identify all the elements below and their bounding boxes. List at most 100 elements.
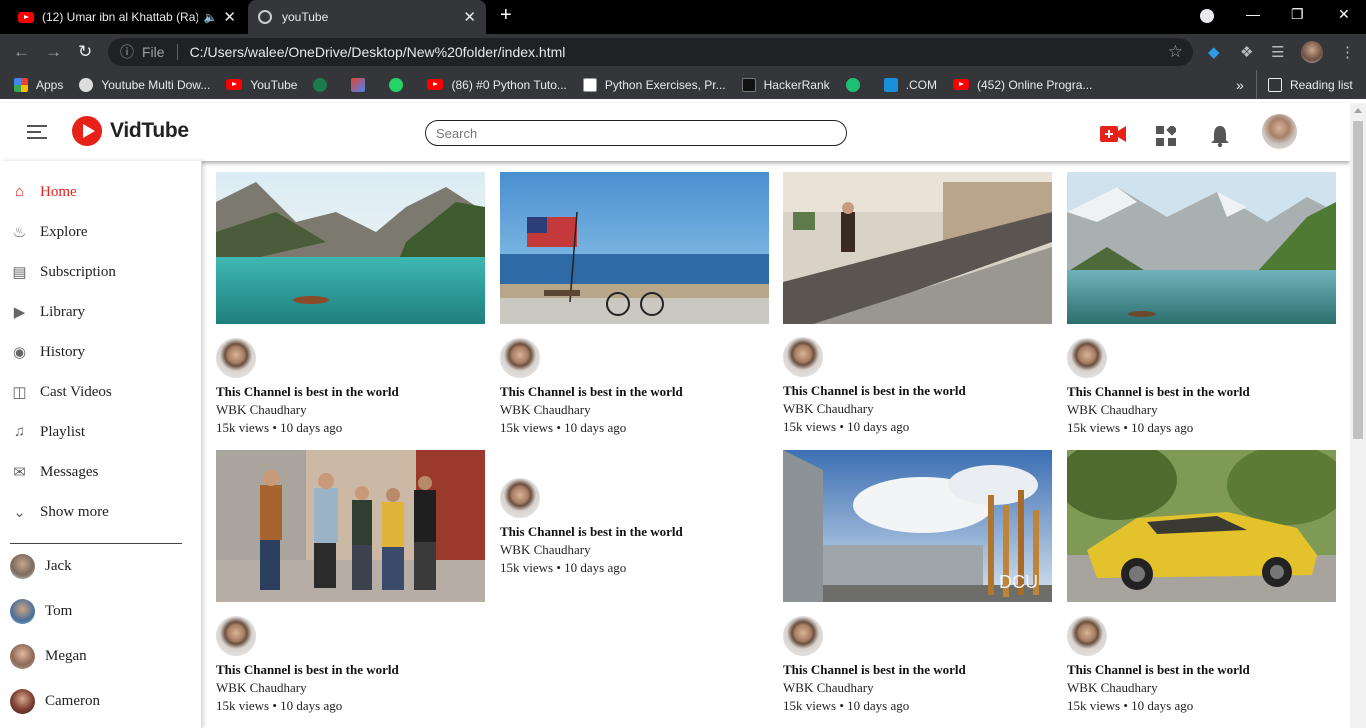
user-avatar[interactable] bbox=[1262, 114, 1297, 149]
menu-dots-icon[interactable]: ⋮ bbox=[1340, 43, 1355, 61]
channel-name[interactable]: WBK Chaudhary bbox=[500, 402, 770, 418]
bookmark-item[interactable]: Youtube Multi Dow... bbox=[79, 77, 210, 92]
extension-icon[interactable]: ◆ bbox=[1208, 43, 1220, 61]
video-thumbnail[interactable] bbox=[783, 172, 1052, 324]
sidebar-item-playlist[interactable]: ♫ Playlist bbox=[10, 423, 85, 442]
reload-icon[interactable]: ↻ bbox=[78, 42, 92, 62]
reading-list-button[interactable]: Reading list bbox=[1268, 77, 1353, 92]
close-tab-icon[interactable]: ✕ bbox=[463, 8, 476, 26]
forward-arrow-icon[interactable]: → bbox=[45, 42, 62, 62]
channel-name[interactable]: WBK Chaudhary bbox=[1067, 402, 1337, 418]
sidebar-item-library[interactable]: ▶ Library bbox=[10, 303, 85, 322]
video-card[interactable]: This Channel is best in the world WBK Ch… bbox=[500, 478, 770, 576]
sidebar-item-show-more[interactable]: ⌄ Show more bbox=[10, 503, 109, 522]
bookmark-item[interactable]: (86) #0 Python Tuto... bbox=[427, 78, 567, 92]
sidebar-item-cast-videos[interactable]: ◫ Cast Videos bbox=[10, 383, 111, 402]
channel-avatar[interactable] bbox=[1067, 338, 1107, 378]
video-card[interactable]: This Channel is best in the world WBK Ch… bbox=[500, 172, 770, 436]
scrollbar-thumb[interactable] bbox=[1353, 121, 1363, 439]
apps-icon[interactable] bbox=[1156, 126, 1176, 146]
browser-tab-inactive[interactable]: (12) Umar ibn al Khattab (Ra) 🔈 ✕ bbox=[8, 0, 246, 34]
info-icon[interactable]: ⓘ bbox=[120, 42, 134, 62]
channel-avatar[interactable] bbox=[500, 338, 540, 378]
sidebar-user-cameron[interactable]: Cameron bbox=[10, 689, 100, 714]
video-thumbnail[interactable] bbox=[1067, 172, 1336, 324]
video-title[interactable]: This Channel is best in the world bbox=[216, 662, 486, 678]
sidebar-item-messages[interactable]: ✉ Messages bbox=[10, 463, 98, 482]
channel-avatar[interactable] bbox=[500, 478, 540, 518]
search-input[interactable] bbox=[425, 120, 847, 146]
profile-avatar[interactable] bbox=[1301, 41, 1323, 63]
scroll-up-icon[interactable] bbox=[1354, 108, 1362, 113]
close-window-icon[interactable]: ✕ bbox=[1338, 6, 1350, 23]
url-text[interactable]: C:/Users/walee/OneDrive/Desktop/New%20fo… bbox=[190, 44, 566, 60]
bookmark-apps[interactable]: Apps bbox=[14, 77, 63, 92]
video-card[interactable]: DCU This Channel is best in the world WB… bbox=[783, 450, 1053, 714]
channel-avatar[interactable] bbox=[216, 616, 256, 656]
channel-name[interactable]: WBK Chaudhary bbox=[1067, 680, 1337, 696]
page-scrollbar[interactable] bbox=[1350, 103, 1366, 728]
video-card[interactable]: This Channel is best in the world WBK Ch… bbox=[1067, 450, 1337, 714]
address-bar[interactable]: ⓘ File C:/Users/walee/OneDrive/Desktop/N… bbox=[108, 38, 1193, 66]
channel-avatar[interactable] bbox=[1067, 616, 1107, 656]
tab-search-icon[interactable] bbox=[1200, 9, 1214, 23]
video-thumbnail[interactable] bbox=[1067, 450, 1336, 602]
channel-name[interactable]: WBK Chaudhary bbox=[783, 401, 1053, 417]
sidebar-user-megan[interactable]: Megan bbox=[10, 644, 87, 669]
video-card[interactable]: This Channel is best in the world WBK Ch… bbox=[216, 172, 486, 436]
channel-name[interactable]: WBK Chaudhary bbox=[216, 402, 486, 418]
bookmarks-overflow-icon[interactable]: » bbox=[1236, 77, 1244, 93]
puzzle-extensions-icon[interactable]: ❖ bbox=[1240, 43, 1253, 61]
sidebar-item-explore[interactable]: ♨ Explore bbox=[10, 223, 88, 242]
sidebar-item-subscription[interactable]: ▤ Subscription bbox=[10, 263, 115, 282]
sidebar-user-tom[interactable]: Tom bbox=[10, 599, 72, 624]
site-logo[interactable]: VidTube bbox=[72, 116, 189, 146]
channel-name[interactable]: WBK Chaudhary bbox=[500, 542, 770, 558]
hamburger-menu-icon[interactable] bbox=[27, 125, 47, 139]
channel-name[interactable]: WBK Chaudhary bbox=[783, 680, 1053, 696]
minimize-icon[interactable]: — bbox=[1246, 6, 1260, 22]
back-arrow-icon[interactable]: ← bbox=[13, 42, 30, 62]
upload-video-icon[interactable] bbox=[1100, 125, 1126, 143]
bookmark-item[interactable] bbox=[389, 77, 411, 92]
video-card[interactable]: This Channel is best in the world WBK Ch… bbox=[783, 172, 1053, 435]
video-title[interactable]: This Channel is best in the world bbox=[1067, 384, 1337, 400]
sidebar-item-history[interactable]: ◉ History bbox=[10, 343, 85, 362]
channel-avatar[interactable] bbox=[216, 338, 256, 378]
close-tab-icon[interactable]: ✕ bbox=[223, 8, 236, 26]
sidebar-item-label: Explore bbox=[40, 224, 88, 240]
video-thumbnail[interactable] bbox=[216, 172, 485, 324]
new-tab-icon[interactable]: + bbox=[500, 4, 512, 27]
sidebar-user-jack[interactable]: Jack bbox=[10, 554, 72, 579]
sidebar-item-home[interactable]: ⌂ Home bbox=[10, 183, 77, 202]
channel-avatar[interactable] bbox=[783, 337, 823, 377]
bookmark-item[interactable]: .COM bbox=[883, 77, 937, 92]
browser-tab-active[interactable]: youTube ✕ bbox=[248, 0, 486, 34]
video-thumbnail[interactable] bbox=[216, 450, 485, 602]
avatar bbox=[10, 599, 35, 624]
video-title[interactable]: This Channel is best in the world bbox=[500, 384, 770, 400]
video-thumbnail[interactable] bbox=[500, 172, 769, 324]
video-card[interactable]: This Channel is best in the world WBK Ch… bbox=[1067, 172, 1337, 436]
channel-avatar[interactable] bbox=[783, 616, 823, 656]
video-title[interactable]: This Channel is best in the world bbox=[500, 524, 770, 540]
bookmark-item[interactable]: (452) Online Progra... bbox=[952, 78, 1092, 92]
video-card[interactable]: This Channel is best in the world WBK Ch… bbox=[216, 450, 486, 714]
bookmark-item[interactable] bbox=[313, 77, 335, 92]
bookmark-star-icon[interactable]: ☆ bbox=[1168, 42, 1183, 62]
video-title[interactable]: This Channel is best in the world bbox=[783, 662, 1053, 678]
notification-bell-icon[interactable] bbox=[1211, 125, 1229, 147]
media-queue-icon[interactable]: ☰ bbox=[1271, 43, 1284, 61]
channel-name[interactable]: WBK Chaudhary bbox=[216, 680, 486, 696]
video-title[interactable]: This Channel is best in the world bbox=[216, 384, 486, 400]
video-title[interactable]: This Channel is best in the world bbox=[1067, 662, 1337, 678]
maximize-icon[interactable]: ❐ bbox=[1291, 6, 1304, 23]
bookmark-item[interactable]: YouTube bbox=[226, 78, 297, 92]
bookmark-item[interactable] bbox=[351, 77, 373, 92]
bookmark-item[interactable]: Python Exercises, Pr... bbox=[582, 77, 726, 92]
speaker-icon[interactable]: 🔈 bbox=[204, 11, 218, 24]
bookmark-item[interactable]: HackerRank bbox=[741, 77, 830, 92]
video-thumbnail[interactable]: DCU bbox=[783, 450, 1052, 602]
bookmark-item[interactable] bbox=[845, 77, 868, 92]
video-title[interactable]: This Channel is best in the world bbox=[783, 383, 1053, 399]
